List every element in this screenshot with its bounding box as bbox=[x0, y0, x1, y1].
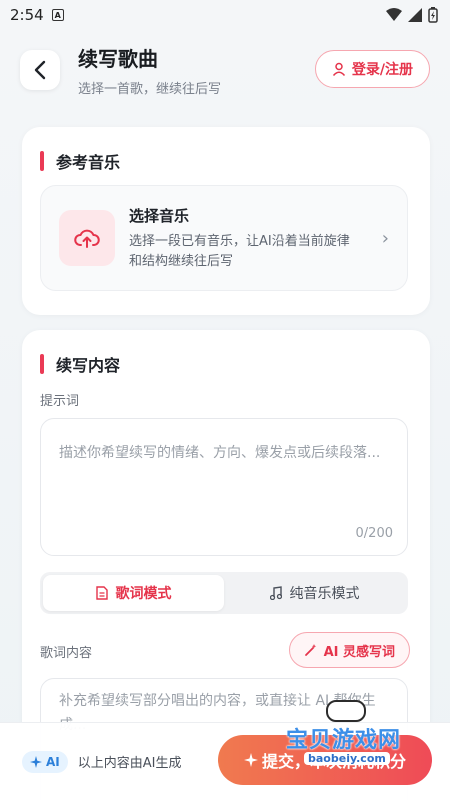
page-subtitle: 选择一首歌，继续往后写 bbox=[78, 82, 222, 97]
tab-lyrics-mode[interactable]: 歌词模式 bbox=[43, 575, 224, 611]
section-accent-bar bbox=[40, 151, 44, 171]
status-left: 2:54 A bbox=[10, 6, 64, 24]
document-icon bbox=[95, 586, 108, 600]
lyrics-label: 歌词内容 bbox=[40, 646, 93, 661]
user-icon bbox=[332, 62, 345, 76]
login-register-button[interactable]: 登录/注册 bbox=[314, 50, 430, 88]
magic-wand-icon bbox=[304, 644, 316, 656]
battery-icon bbox=[428, 7, 438, 23]
select-music-title: 选择音乐 bbox=[129, 206, 190, 225]
page-title: 续写歌曲 bbox=[78, 47, 158, 71]
ai-lyrics-button-label: AI 灵感写词 bbox=[323, 644, 395, 660]
wifi-icon bbox=[386, 8, 402, 21]
reference-music-card: 参考音乐 选择音乐 选择一段已有音乐，让AI沿着当前旋律和结构继续往后写 › bbox=[22, 127, 430, 315]
reference-section-title: 参考音乐 bbox=[22, 127, 430, 173]
chevron-left-icon bbox=[34, 60, 46, 80]
header-text: 续写歌曲 选择一首歌，继续往后写 bbox=[78, 43, 221, 97]
status-right bbox=[386, 7, 438, 23]
char-count: 0/200 bbox=[355, 526, 393, 541]
tab-instrumental-mode-label: 纯音乐模式 bbox=[289, 586, 360, 602]
cloud-upload-icon bbox=[74, 229, 100, 248]
login-register-label: 登录/注册 bbox=[351, 62, 413, 78]
select-music-button[interactable]: 选择音乐 选择一段已有音乐，让AI沿着当前旋律和结构继续往后写 › bbox=[40, 185, 408, 291]
sparkle-icon bbox=[243, 753, 258, 767]
status-bar: 2:54 A bbox=[0, 0, 450, 30]
ai-badge-label: AI bbox=[46, 754, 60, 769]
prompt-placeholder: 描述你希望续写的情绪、方向、爆发点或后续段落... bbox=[59, 445, 381, 461]
select-music-text: 选择音乐 选择一段已有音乐，让AI沿着当前旋律和结构继续往后写 bbox=[129, 205, 382, 272]
continuation-section-label: 续写内容 bbox=[56, 356, 121, 375]
prompt-label: 提示词 bbox=[40, 394, 80, 409]
ai-disclaimer: 以上内容由AI生成 bbox=[77, 756, 182, 771]
header: 续写歌曲 选择一首歌，继续往后写 登录/注册 bbox=[0, 30, 450, 110]
upload-icon-box bbox=[59, 210, 115, 266]
back-button[interactable] bbox=[20, 50, 60, 90]
gamepad-icon bbox=[326, 700, 366, 722]
site-watermark: 宝贝游戏网 baobeiy.com bbox=[286, 700, 414, 778]
continuation-section-title: 续写内容 bbox=[22, 330, 430, 376]
status-time: 2:54 bbox=[10, 6, 44, 24]
section-accent-bar bbox=[40, 354, 44, 374]
sim-icon: A bbox=[51, 9, 64, 21]
prompt-input[interactable]: 描述你希望续写的情绪、方向、爆发点或后续段落... 0/200 bbox=[40, 418, 408, 556]
reference-section-label: 参考音乐 bbox=[56, 153, 121, 172]
sparkle-icon bbox=[30, 755, 42, 768]
ai-badge: AI bbox=[22, 750, 68, 773]
watermark-text: 宝贝游戏网 bbox=[286, 728, 402, 753]
watermark-url: baobeiy.com bbox=[304, 752, 390, 765]
select-music-description: 选择一段已有音乐，让AI沿着当前旋律和结构继续往后写 bbox=[129, 233, 350, 269]
mode-tabs: 歌词模式 纯音乐模式 bbox=[40, 572, 408, 614]
tab-instrumental-mode[interactable]: 纯音乐模式 bbox=[224, 575, 405, 611]
tab-lyrics-mode-label: 歌词模式 bbox=[115, 586, 172, 602]
chevron-right-icon: › bbox=[381, 227, 389, 249]
signal-icon bbox=[408, 8, 422, 22]
ai-lyrics-button[interactable]: AI 灵感写词 bbox=[288, 632, 410, 668]
music-note-icon bbox=[269, 586, 282, 600]
